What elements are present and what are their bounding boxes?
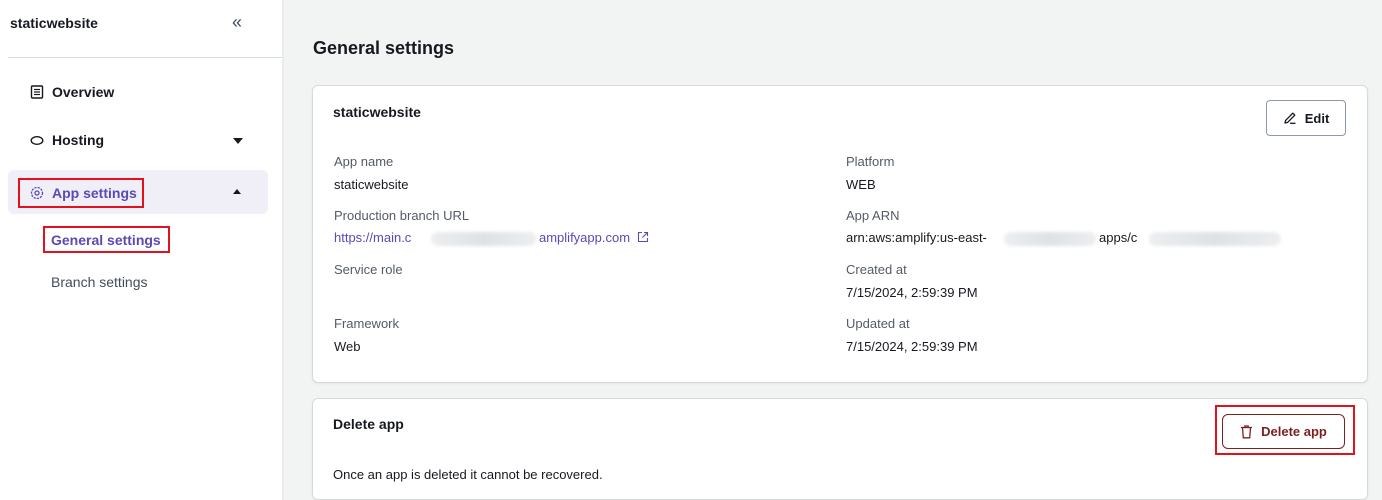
redacted-blur — [431, 232, 536, 246]
production-url-suffix: amplifyapp.com — [539, 230, 631, 245]
created-at-value: 7/15/2024, 2:59:39 PM — [846, 285, 978, 300]
delete-app-description: Once an app is deleted it cannot be reco… — [333, 467, 603, 482]
chevron-up-icon[interactable] — [233, 189, 241, 194]
framework-value: Web — [334, 339, 361, 354]
app-arn-mid: apps/c — [1099, 230, 1138, 245]
cloud-icon — [30, 136, 44, 145]
page-title: General settings — [313, 38, 455, 58]
edit-label: Edit — [1304, 110, 1330, 126]
app-name-value: staticwebsite — [334, 177, 409, 192]
sidebar-subitem-branch-settings[interactable]: Branch settings — [51, 274, 148, 290]
app-title[interactable]: staticwebsite — [10, 15, 98, 31]
document-icon — [30, 85, 44, 99]
production-url-label: Production branch URL — [334, 208, 470, 223]
card-title: Delete app — [333, 416, 404, 432]
sidebar-edge — [282, 0, 284, 500]
sidebar-item-label: Hosting — [52, 132, 105, 148]
created-at-label: Created at — [846, 262, 907, 277]
edit-button[interactable]: Edit — [1266, 100, 1346, 136]
redacted-blur — [1004, 232, 1096, 246]
chevron-down-icon[interactable] — [233, 138, 243, 144]
platform-label: Platform — [846, 154, 895, 169]
framework-label: Framework — [334, 316, 400, 331]
service-role-label: Service role — [334, 262, 403, 277]
production-url-suffix-link[interactable]: amplifyapp.com — [539, 230, 649, 245]
production-url-prefix: https://main.c — [334, 230, 412, 245]
highlight-box — [43, 226, 170, 253]
delete-app-card: Delete app — [312, 398, 1368, 500]
sidebar: staticwebsite « Overview Hosting App set… — [0, 0, 284, 500]
app-details-card: staticwebsite Edit App name staticwebsit… — [312, 85, 1368, 383]
app-name-label: App name — [334, 154, 394, 169]
card-title: staticwebsite — [333, 104, 421, 120]
highlight-box — [18, 178, 144, 208]
updated-at-value: 7/15/2024, 2:59:39 PM — [846, 339, 978, 354]
sidebar-divider — [8, 57, 284, 58]
platform-value: WEB — [846, 177, 876, 192]
external-link-icon — [637, 231, 648, 243]
updated-at-label: Updated at — [846, 316, 910, 331]
sidebar-item-label: Overview — [52, 84, 115, 100]
highlight-box — [1215, 405, 1355, 455]
collapse-sidebar-icon[interactable]: « — [232, 12, 242, 33]
app-arn-label: App ARN — [846, 208, 900, 223]
redacted-blur — [1149, 232, 1281, 246]
sidebar-item-overview[interactable]: Overview — [30, 82, 230, 102]
app-arn-prefix: arn:aws:amplify:us-east- — [846, 230, 987, 245]
pencil-icon — [1284, 112, 1296, 124]
production-url-link[interactable]: https://main.c — [334, 230, 411, 245]
sidebar-item-hosting[interactable]: Hosting — [30, 130, 243, 150]
